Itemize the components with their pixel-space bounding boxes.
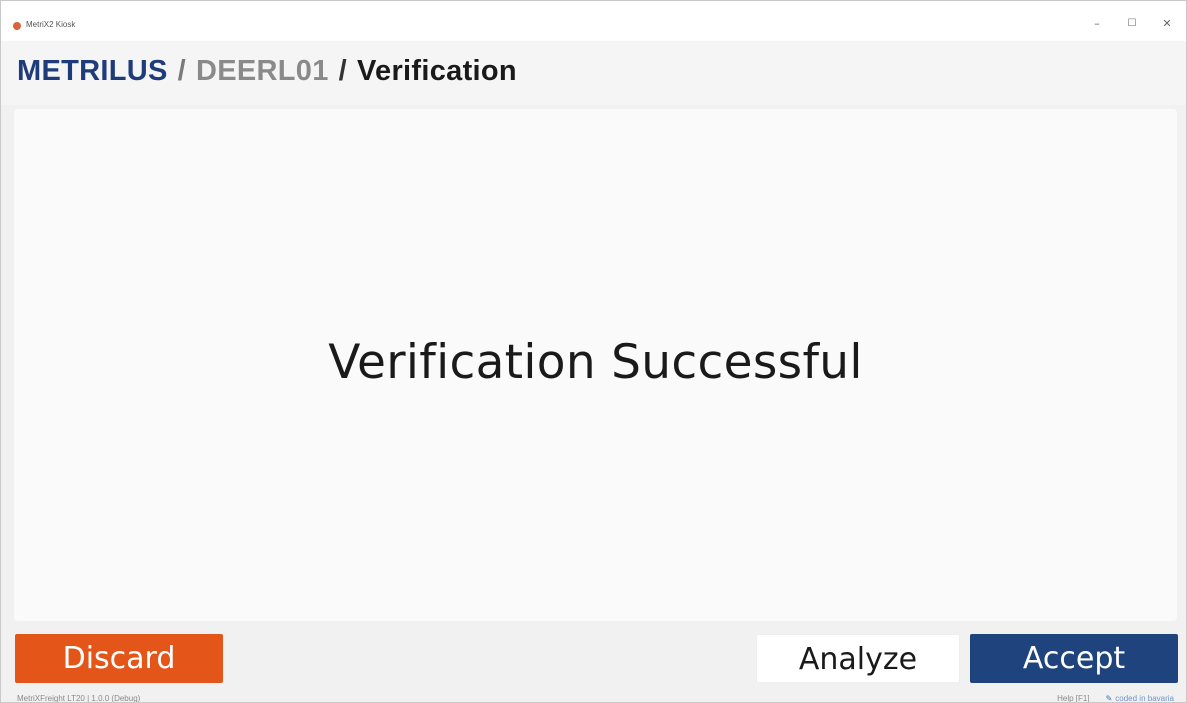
accept-button[interactable]: Accept — [970, 634, 1178, 683]
app-window: MetriX2 Kiosk – ☐ ✕ METRILUS / DEERL01 / Ver… — [0, 0, 1187, 703]
breadcrumb-brand[interactable]: METRILUS — [17, 55, 168, 87]
window-title: MetriX2 Kiosk — [26, 20, 76, 29]
maximize-button[interactable]: ☐ — [1122, 15, 1142, 33]
breadcrumb-separator: / — [177, 55, 186, 87]
footer-links: Help [F1] ✎ coded in bavaria — [1057, 694, 1174, 703]
verification-status-message: Verification Successful — [328, 335, 863, 390]
close-button[interactable]: ✕ — [1157, 15, 1177, 33]
app-logo-icon — [13, 22, 21, 30]
result-panel: Verification Successful — [14, 109, 1177, 621]
minimize-button[interactable]: – — [1087, 15, 1107, 33]
footer-credit: coded in bavaria — [1115, 694, 1174, 703]
pencil-icon: ✎ — [1105, 694, 1113, 703]
breadcrumb-separator: / — [338, 55, 347, 87]
breadcrumb-device[interactable]: DEERL01 — [196, 55, 329, 87]
page-title: Verification — [357, 55, 517, 87]
title-bar: MetriX2 Kiosk – ☐ ✕ — [1, 1, 1186, 41]
discard-button[interactable]: Discard — [15, 634, 223, 683]
analyze-button[interactable]: Analyze — [756, 634, 960, 683]
version-info: MetriXFreight LT20 | 1.0.0 (Debug) — [17, 694, 141, 703]
page-header: METRILUS / DEERL01 / Verification — [1, 41, 1186, 105]
help-link[interactable]: Help [F1] — [1057, 694, 1089, 702]
breadcrumb: METRILUS / DEERL01 / Verification — [17, 55, 517, 88]
